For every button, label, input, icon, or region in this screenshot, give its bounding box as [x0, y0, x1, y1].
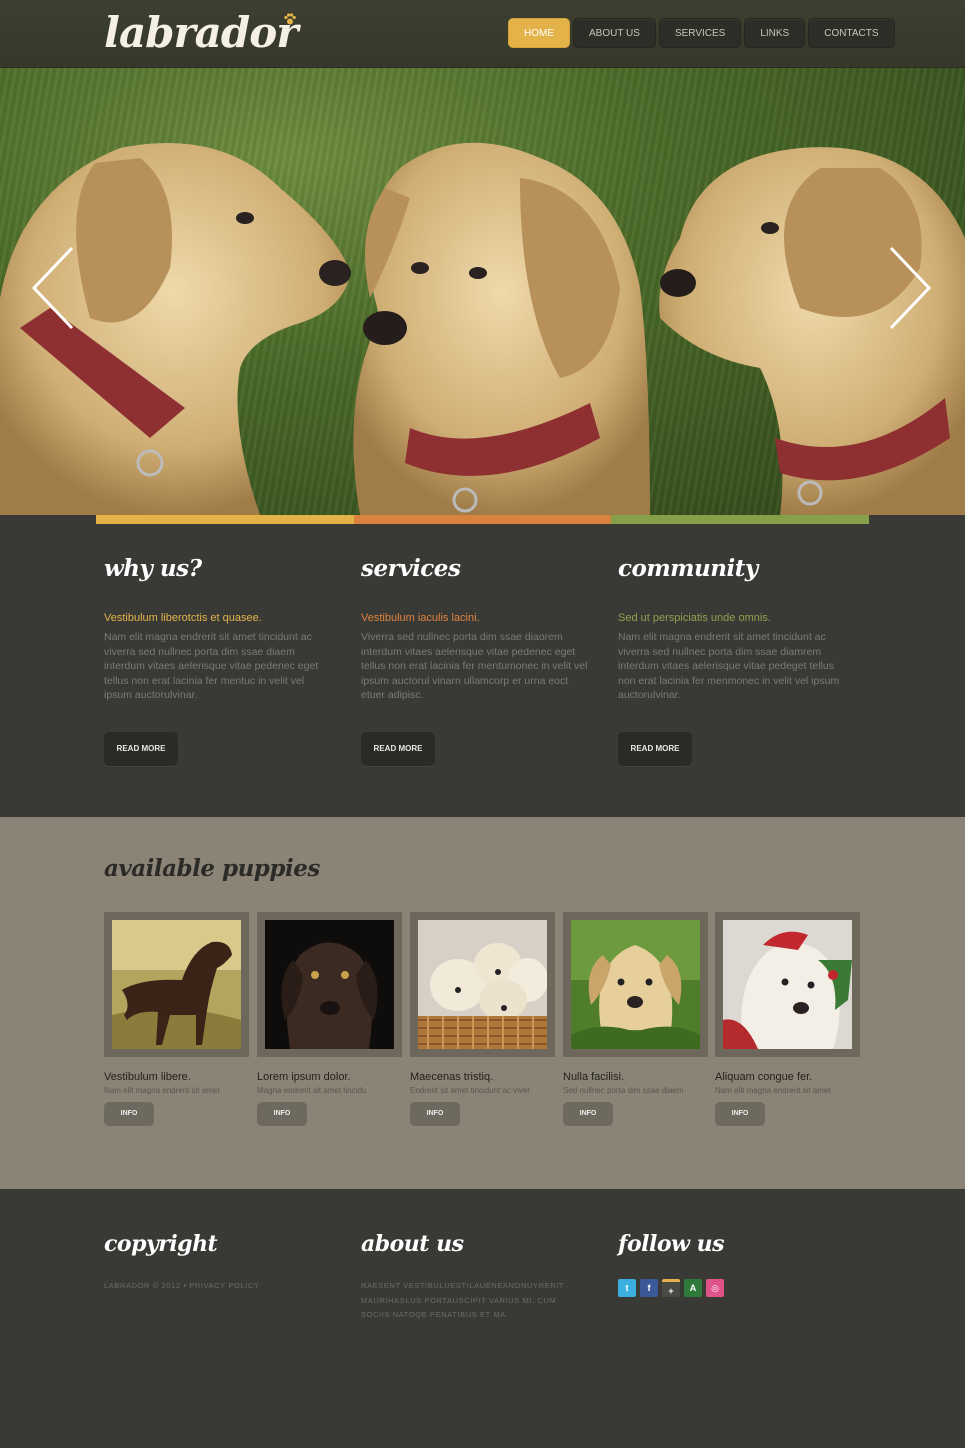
available-puppies-section: available puppies Vestibulum libere. Nam…: [0, 817, 965, 1189]
feature-body: Nam elit magna endrerit sit amet tincidu…: [618, 631, 840, 702]
feature-subtitle: Vestibulum iaculis lacini.: [361, 612, 480, 624]
feature-title: community: [618, 555, 758, 582]
accent-color-strip: [96, 515, 870, 524]
read-more-button-services[interactable]: READ MORE: [361, 732, 435, 766]
footer-title: about us: [361, 1231, 464, 1257]
info-button[interactable]: INFO: [410, 1102, 460, 1126]
facebook-icon[interactable]: f: [640, 1279, 658, 1297]
info-button[interactable]: INFO: [715, 1102, 765, 1126]
section-title: available puppies: [104, 855, 320, 882]
features-section: why us? Vestibulum liberotctis et quasee…: [0, 515, 965, 817]
puppy-desc: Sed nullnec porta dim ssae diaem: [563, 1086, 684, 1095]
twitter-icon[interactable]: t: [618, 1279, 636, 1297]
puppy-desc: Endrerit sit amet tincidunt ac viver: [410, 1086, 531, 1095]
puppy-title: Vestibulum libere.: [104, 1071, 191, 1083]
footer-copyright: copyright LABRADOR © 2012 • PRIVACY POLI…: [104, 1231, 324, 1294]
puppy-thumbnail-frame[interactable]: [410, 912, 555, 1057]
vine-icon[interactable]: A: [684, 1279, 702, 1297]
footer-about: about us RAESENT VESTIBULUESTILAUENEANON…: [361, 1231, 581, 1323]
copyright-text[interactable]: LABRADOR © 2012 • PRIVACY POLICY: [104, 1279, 324, 1294]
nav-services[interactable]: SERVICES: [658, 18, 742, 48]
puppy-card: Nulla facilisi. Sed nullnec porta dim ss…: [563, 912, 708, 1126]
paw-icon: [284, 13, 296, 25]
puppy-photo: [265, 920, 394, 1049]
footer-title: follow us: [618, 1231, 725, 1257]
nav-about-us[interactable]: ABOUT US: [573, 18, 656, 48]
read-more-button-why-us[interactable]: READ MORE: [104, 732, 178, 766]
footer-title: copyright: [104, 1231, 218, 1257]
strip-green: [611, 515, 870, 524]
hero-slider: [0, 68, 965, 515]
site-footer: copyright LABRADOR © 2012 • PRIVACY POLI…: [0, 1189, 965, 1448]
site-header: labrador HOME ABOUT US SERVICES LINKS CO…: [0, 0, 965, 68]
info-button[interactable]: INFO: [257, 1102, 307, 1126]
puppy-desc: Nam elit magna endrerit sit amet: [104, 1086, 220, 1095]
puppy-desc: Magna endrerit sit amet tincidu: [257, 1086, 367, 1095]
nav-home[interactable]: HOME: [508, 18, 570, 48]
puppy-thumbnail-frame[interactable]: [715, 912, 860, 1057]
dribbble-icon[interactable]: ◎: [706, 1279, 724, 1297]
puppy-photo: [418, 920, 548, 1049]
feature-body: Viverra sed nullnec porta dim ssae diaor…: [361, 631, 588, 702]
feature-why-us: why us? Vestibulum liberotctis et quasee…: [104, 555, 332, 703]
read-more-button-community[interactable]: READ MORE: [618, 732, 692, 766]
hero-puppies-image: [0, 142, 965, 515]
slider-next-arrow-icon[interactable]: [887, 246, 933, 330]
nav-contacts[interactable]: CONTACTS: [808, 18, 895, 48]
strip-orange: [353, 515, 612, 524]
site-logo[interactable]: labrador: [104, 8, 298, 57]
puppy-photo: [571, 920, 700, 1049]
puppy-desc: Nam elit magna endrerit sit amet: [715, 1086, 831, 1095]
puppy-photo: [723, 920, 852, 1049]
feature-title: services: [361, 555, 461, 582]
info-button[interactable]: INFO: [104, 1102, 154, 1126]
about-text: RAESENT VESTIBULUESTILAUENEANONUYRERIT M…: [361, 1281, 564, 1319]
nav-links[interactable]: LINKS: [744, 18, 806, 48]
info-button[interactable]: INFO: [563, 1102, 613, 1126]
puppy-title: Nulla facilisi.: [563, 1071, 625, 1083]
puppy-title: Aliquam congue fer.: [715, 1071, 813, 1083]
puppy-thumbnail-frame[interactable]: [257, 912, 402, 1057]
puppy-title: Lorem ipsum dolor.: [257, 1071, 351, 1083]
google-plus-icon[interactable]: +: [662, 1279, 680, 1297]
puppy-card: Lorem ipsum dolor. Magna endrerit sit am…: [257, 912, 402, 1126]
puppy-card: Vestibulum libere. Nam elit magna endrer…: [104, 912, 249, 1126]
footer-follow: follow us t f + A ◎: [618, 1231, 725, 1297]
feature-subtitle: Sed ut perspiciatis unde omnis.: [618, 612, 771, 624]
strip-yellow: [96, 515, 354, 524]
puppy-thumbnail-frame[interactable]: [563, 912, 708, 1057]
social-links: t f + A ◎: [618, 1279, 724, 1297]
feature-subtitle: Vestibulum liberotctis et quasee.: [104, 612, 262, 624]
feature-community: community Sed ut perspiciatis unde omnis…: [618, 555, 846, 703]
slider-prev-arrow-icon[interactable]: [30, 246, 76, 330]
feature-body: Nam elit magna endrerit sit amet tincidu…: [104, 631, 319, 702]
main-nav: HOME ABOUT US SERVICES LINKS CONTACTS: [508, 18, 895, 48]
puppy-title: Maecenas tristiq.: [410, 1071, 494, 1083]
feature-title: why us?: [104, 555, 202, 582]
puppy-photo: [112, 920, 241, 1049]
puppy-card: Maecenas tristiq. Endrerit sit amet tinc…: [410, 912, 555, 1126]
puppy-thumbnail-frame[interactable]: [104, 912, 249, 1057]
feature-services: services Vestibulum iaculis lacini. Vive…: [361, 555, 589, 703]
puppy-card: Aliquam congue fer. Nam elit magna endre…: [715, 912, 860, 1126]
